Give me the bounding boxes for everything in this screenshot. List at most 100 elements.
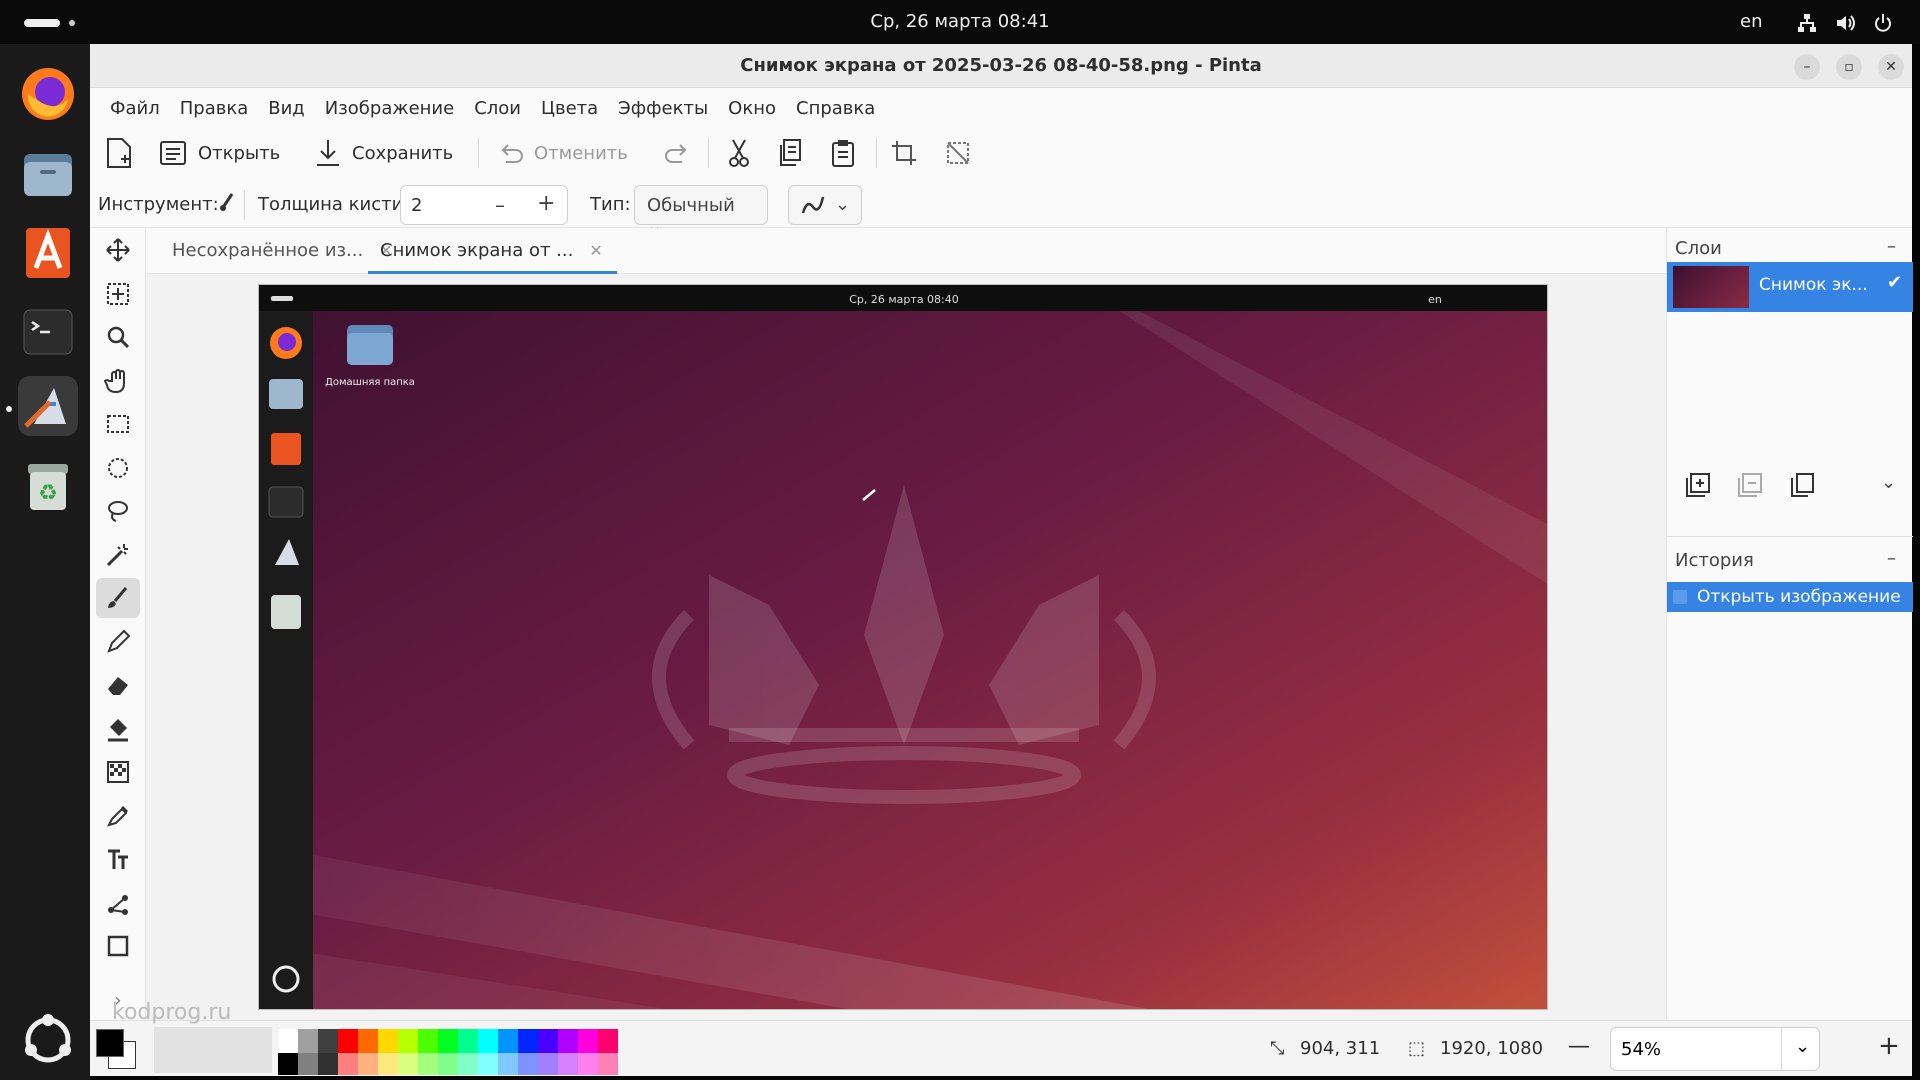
delete-layer-icon[interactable] <box>1737 472 1763 498</box>
system-tray[interactable] <box>1796 12 1894 34</box>
tool-move-selected[interactable] <box>96 230 140 270</box>
palette-swatch[interactable] <box>298 1053 318 1075</box>
image-canvas[interactable]: Ср, 26 марта 08:40 en Домашняя папка <box>258 284 1548 1010</box>
menu-view[interactable]: Вид <box>258 88 315 124</box>
palette-swatch[interactable] <box>478 1029 498 1053</box>
clock[interactable]: Ср, 26 марта 08:41 <box>0 11 1920 32</box>
maximize-button[interactable]: ▫ <box>1836 54 1862 80</box>
tool-paintbrush[interactable] <box>96 578 140 618</box>
palette-swatch[interactable] <box>578 1053 598 1075</box>
palette-swatch[interactable] <box>438 1029 458 1053</box>
palette-swatch[interactable] <box>338 1029 358 1053</box>
app-center-icon[interactable] <box>18 222 78 282</box>
palette-swatch[interactable] <box>558 1053 578 1075</box>
palette-swatch[interactable] <box>298 1029 318 1053</box>
deselect-button[interactable] <box>944 134 972 172</box>
palette-swatch[interactable] <box>498 1029 518 1053</box>
palette-swatch[interactable] <box>478 1053 498 1075</box>
zoom-combobox[interactable]: 54% ⌄ <box>1610 1027 1820 1071</box>
palette-swatch[interactable] <box>418 1053 438 1075</box>
menu-layers[interactable]: Слои <box>464 88 531 124</box>
brush-type-dropdown[interactable]: Обычный ⌄ <box>634 185 768 237</box>
primary-color-front[interactable] <box>96 1029 124 1057</box>
palette-swatch[interactable] <box>278 1053 298 1075</box>
palette-swatch[interactable] <box>378 1029 398 1053</box>
palette-swatch[interactable] <box>458 1053 478 1075</box>
palette-swatch[interactable] <box>438 1053 458 1075</box>
zoom-value[interactable]: 54% <box>1621 1039 1661 1060</box>
palette-swatch[interactable] <box>378 1053 398 1075</box>
menu-edit[interactable]: Правка <box>170 88 259 124</box>
tool-line-curve[interactable] <box>96 883 140 923</box>
palette-swatch[interactable] <box>358 1029 378 1053</box>
antialias-dropdown[interactable]: ⌄ <box>788 185 862 225</box>
palette-swatch[interactable] <box>598 1053 618 1075</box>
menu-window[interactable]: Окно <box>718 88 786 124</box>
layer-row[interactable]: Снимок эк... ✔ <box>1667 262 1913 312</box>
palette-swatch[interactable] <box>338 1053 358 1075</box>
menu-image[interactable]: Изображение <box>315 88 464 124</box>
zoom-out-button[interactable]: — <box>1568 1034 1590 1059</box>
menu-file[interactable]: Файл <box>100 88 170 124</box>
tool-eraser[interactable] <box>96 665 140 705</box>
keyboard-layout[interactable]: en <box>1740 11 1762 32</box>
tab-unsaved[interactable]: Несохранённое из... ✕ <box>172 228 393 274</box>
tool-lasso-select[interactable] <box>96 491 140 531</box>
history-item[interactable]: Открыть изображение <box>1667 582 1913 612</box>
palette-swatch[interactable] <box>398 1053 418 1075</box>
tool-paint-bucket[interactable] <box>96 709 140 749</box>
copy-button[interactable] <box>778 134 804 172</box>
crop-button[interactable] <box>890 134 918 172</box>
brush-width-spinner[interactable]: 2 – + <box>400 185 568 225</box>
chevron-down-icon[interactable]: ⌄ <box>1881 472 1896 493</box>
tool-rectangle-select[interactable] <box>96 404 140 444</box>
volume-icon[interactable] <box>1834 12 1856 34</box>
power-icon[interactable] <box>1872 12 1894 34</box>
pinta-icon[interactable] <box>18 376 78 436</box>
undo-button[interactable]: Отменить <box>498 134 628 172</box>
tool-pencil[interactable] <box>96 622 140 662</box>
brush-width-increase[interactable]: + <box>537 191 555 216</box>
tab-screenshot[interactable]: Снимок экрана от ... ✕ <box>368 228 617 274</box>
redo-button[interactable] <box>664 134 690 172</box>
title-bar[interactable]: Снимок экрана от 2025-03-26 08-40-58.png… <box>90 44 1912 88</box>
terminal-icon[interactable] <box>18 302 78 362</box>
palette-swatch[interactable] <box>538 1029 558 1053</box>
palette-swatch[interactable] <box>318 1029 338 1053</box>
tool-gradient[interactable] <box>96 752 140 792</box>
tool-color-picker[interactable] <box>96 796 140 836</box>
collapse-history-button[interactable]: – <box>1887 548 1896 569</box>
show-apps-icon[interactable] <box>18 1010 78 1070</box>
palette-swatch[interactable] <box>538 1053 558 1075</box>
open-button[interactable]: Открыть <box>158 134 280 172</box>
palette-swatch[interactable] <box>418 1029 438 1053</box>
tool-ellipse-select[interactable] <box>96 448 140 488</box>
network-icon[interactable] <box>1796 12 1818 34</box>
close-icon[interactable]: ✕ <box>589 241 602 260</box>
menu-help[interactable]: Справка <box>786 88 885 124</box>
tool-text[interactable] <box>96 839 140 879</box>
palette-swatch[interactable] <box>398 1029 418 1053</box>
duplicate-layer-icon[interactable] <box>1789 472 1815 498</box>
palette-swatch[interactable] <box>318 1053 338 1075</box>
minimize-button[interactable]: – <box>1794 54 1820 80</box>
palette-swatch[interactable] <box>498 1053 518 1075</box>
palette-swatch[interactable] <box>518 1029 538 1053</box>
tool-zoom[interactable] <box>96 317 140 357</box>
save-button[interactable]: Сохранить <box>314 134 453 172</box>
recent-colors[interactable] <box>154 1027 272 1073</box>
cut-button[interactable] <box>726 134 752 172</box>
tool-rectangle[interactable] <box>96 926 140 966</box>
palette-swatch[interactable] <box>458 1029 478 1053</box>
palette-swatch[interactable] <box>558 1029 578 1053</box>
brush-width-decrease[interactable]: – <box>495 193 505 217</box>
paste-button[interactable] <box>830 134 856 172</box>
new-button[interactable] <box>104 134 134 172</box>
tool-move-selection[interactable] <box>96 274 140 314</box>
palette-swatch[interactable] <box>598 1029 618 1053</box>
chevron-down-icon[interactable]: ⌄ <box>1795 1036 1810 1057</box>
add-layer-icon[interactable] <box>1685 472 1711 498</box>
palette-swatch[interactable] <box>518 1053 538 1075</box>
trash-icon[interactable]: ♻ <box>18 456 78 516</box>
palette-swatch[interactable] <box>578 1029 598 1053</box>
